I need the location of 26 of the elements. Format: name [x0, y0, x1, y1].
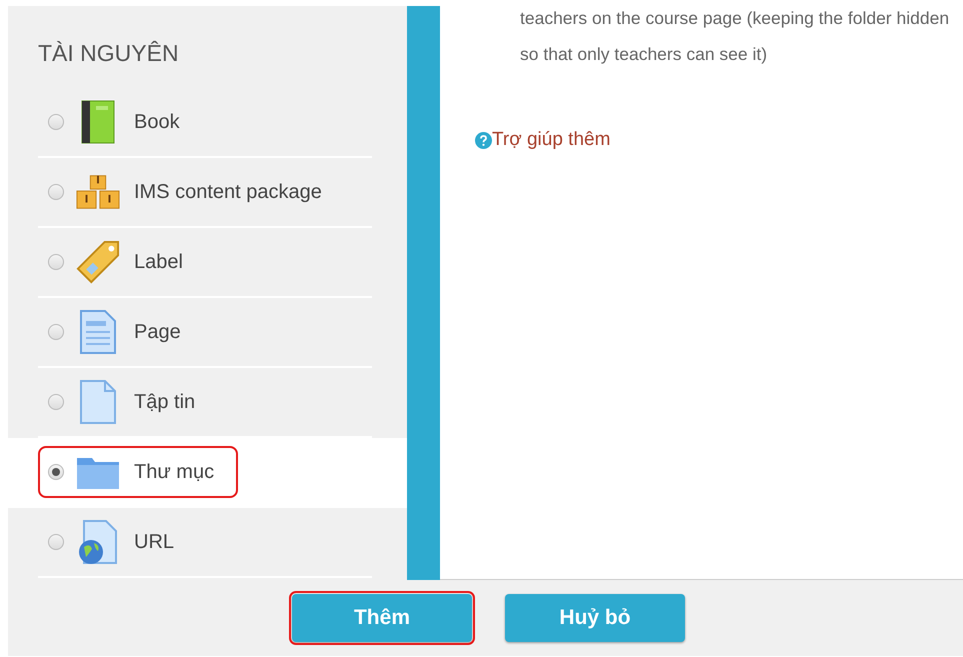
resource-label: IMS content package [134, 180, 322, 204]
help-link[interactable]: Trợ giúp thêm [492, 129, 610, 151]
resource-label: Book [134, 110, 180, 134]
radio-button[interactable] [48, 394, 64, 410]
book-icon [81, 100, 115, 144]
radio-button[interactable] [48, 324, 64, 340]
radio-button[interactable] [48, 464, 64, 480]
radio-button[interactable] [48, 114, 64, 130]
resource-label: Thư mục [134, 460, 214, 484]
resource-label: URL [134, 530, 174, 554]
file-icon [79, 379, 117, 425]
add-button[interactable]: Thêm [292, 594, 472, 642]
resource-label: Tập tin [134, 390, 196, 414]
web-document-icon [78, 519, 118, 565]
resource-label: Page [134, 320, 181, 344]
document-icon [79, 309, 117, 355]
section-heading: TÀI NGUYÊN [37, 39, 180, 68]
radio-button[interactable] [48, 254, 64, 270]
help-icon [475, 132, 492, 148]
cancel-button[interactable]: Huỷ bỏ [505, 594, 685, 642]
radio-button[interactable] [48, 534, 64, 550]
tag-icon [76, 239, 120, 285]
resource-label: Label [134, 250, 183, 274]
boxes-icon [76, 173, 120, 211]
radio-button[interactable] [48, 184, 64, 200]
help-text: teachers on the course page (keeping the folder hidden so that only teachers can see it) [520, 7, 950, 66]
